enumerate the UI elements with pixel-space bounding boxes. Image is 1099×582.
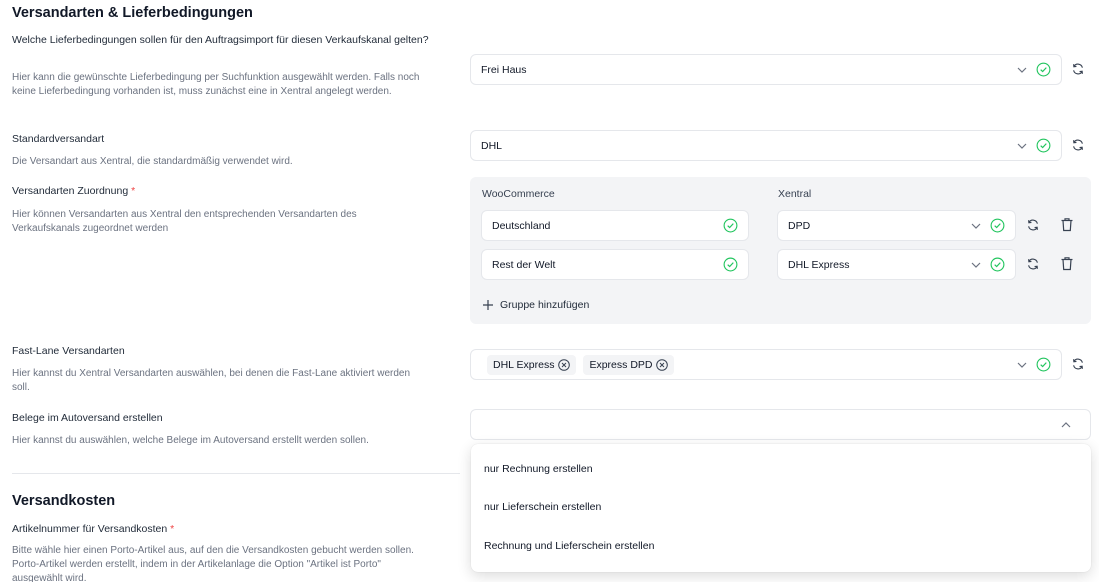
plus-icon <box>483 300 493 310</box>
add-group-label: Gruppe hinzufügen <box>500 299 590 311</box>
selected-tag: Express DPD <box>583 354 675 375</box>
check-circle-icon <box>723 218 738 233</box>
remove-tag-icon[interactable] <box>656 358 669 371</box>
delivery-terms-select[interactable]: Frei Haus <box>470 54 1062 85</box>
required-mark: * <box>131 185 136 197</box>
check-circle-icon <box>723 257 738 272</box>
chevron-down-icon <box>1017 143 1027 149</box>
chevron-up-icon <box>1061 421 1071 427</box>
auto-documents-label: Belege im Autoversand erstellen <box>12 412 163 424</box>
dropdown-option[interactable]: nur Rechnung erstellen <box>484 463 593 475</box>
check-circle-icon <box>1036 357 1051 372</box>
refresh-icon[interactable] <box>1070 61 1086 77</box>
chevron-down-icon <box>1017 362 1027 368</box>
required-mark: * <box>170 523 175 535</box>
auto-documents-description: Hier kannst du auswählen, welche Belege … <box>12 435 369 446</box>
tag-label: DHL Express <box>493 358 555 371</box>
column-header-woocommerce: WooCommerce <box>482 188 555 200</box>
fast-lane-tags: DHL Express Express DPD <box>487 354 1016 375</box>
refresh-icon[interactable] <box>1070 137 1086 153</box>
mapping-source-value: Deutschland <box>492 219 551 232</box>
dropdown-option[interactable]: nur Lieferschein erstellen <box>484 501 601 513</box>
mapping-target-select[interactable]: DPD <box>777 210 1016 241</box>
dropdown-option[interactable]: Rechnung und Lieferschein erstellen <box>484 540 654 552</box>
section-heading-shipping: Versandarten & Lieferbedingungen <box>12 5 253 21</box>
mapping-description: Hier können Versandarten aus Xentral den… <box>12 209 357 234</box>
mapping-label: Versandarten Zuordnung * <box>12 185 136 197</box>
mapping-source-value: Rest der Welt <box>492 258 556 271</box>
check-circle-icon <box>1036 62 1051 77</box>
default-method-select[interactable]: DHL <box>470 130 1062 161</box>
column-header-xentral: Xentral <box>778 188 812 200</box>
mapping-source-field[interactable]: Rest der Welt <box>481 249 749 280</box>
selected-tag: DHL Express <box>487 354 577 375</box>
refresh-icon[interactable] <box>1025 256 1041 272</box>
delivery-terms-description: Hier kann die gewünschte Lieferbedingung… <box>12 72 420 97</box>
remove-tag-icon[interactable] <box>558 358 571 371</box>
delivery-terms-label: Welche Lieferbedingungen sollen für den … <box>12 34 429 46</box>
refresh-icon[interactable] <box>1070 356 1086 372</box>
mapping-source-field[interactable]: Deutschland <box>481 210 749 241</box>
article-number-description: Bitte wähle hier einen Porto-Artikel aus… <box>12 545 414 582</box>
chevron-down-icon <box>971 223 981 229</box>
add-group-button[interactable]: Gruppe hinzufügen <box>482 299 589 311</box>
refresh-icon[interactable] <box>1025 217 1041 233</box>
default-method-value: DHL <box>481 139 503 152</box>
auto-documents-select[interactable] <box>470 409 1091 440</box>
delivery-terms-value: Frei Haus <box>481 63 527 76</box>
section-divider <box>12 473 460 474</box>
auto-documents-dropdown: nur Rechnung erstellen nur Lieferschein … <box>471 444 1091 572</box>
mapping-target-select[interactable]: DHL Express <box>777 249 1016 280</box>
trash-icon[interactable] <box>1059 216 1075 232</box>
check-circle-icon <box>1036 138 1051 153</box>
fast-lane-description: Hier kannst du Xentral Versandarten ausw… <box>12 368 411 393</box>
default-method-label: Standardversandart <box>12 133 105 145</box>
chevron-down-icon <box>1017 67 1027 73</box>
article-number-label: Artikelnummer für Versandkosten * <box>12 523 175 535</box>
fast-lane-multiselect[interactable]: DHL Express Express DPD <box>470 349 1062 380</box>
default-method-description: Die Versandart aus Xentral, die standard… <box>12 156 293 167</box>
check-circle-icon <box>990 218 1005 233</box>
mapping-target-value: DHL Express <box>788 258 850 271</box>
check-circle-icon <box>990 257 1005 272</box>
tag-label: Express DPD <box>589 358 653 371</box>
chevron-down-icon <box>971 262 981 268</box>
section-heading-costs: Versandkosten <box>12 493 116 509</box>
trash-icon[interactable] <box>1059 255 1075 271</box>
fast-lane-label: Fast-Lane Versandarten <box>12 345 125 357</box>
mapping-target-value: DPD <box>788 219 811 232</box>
